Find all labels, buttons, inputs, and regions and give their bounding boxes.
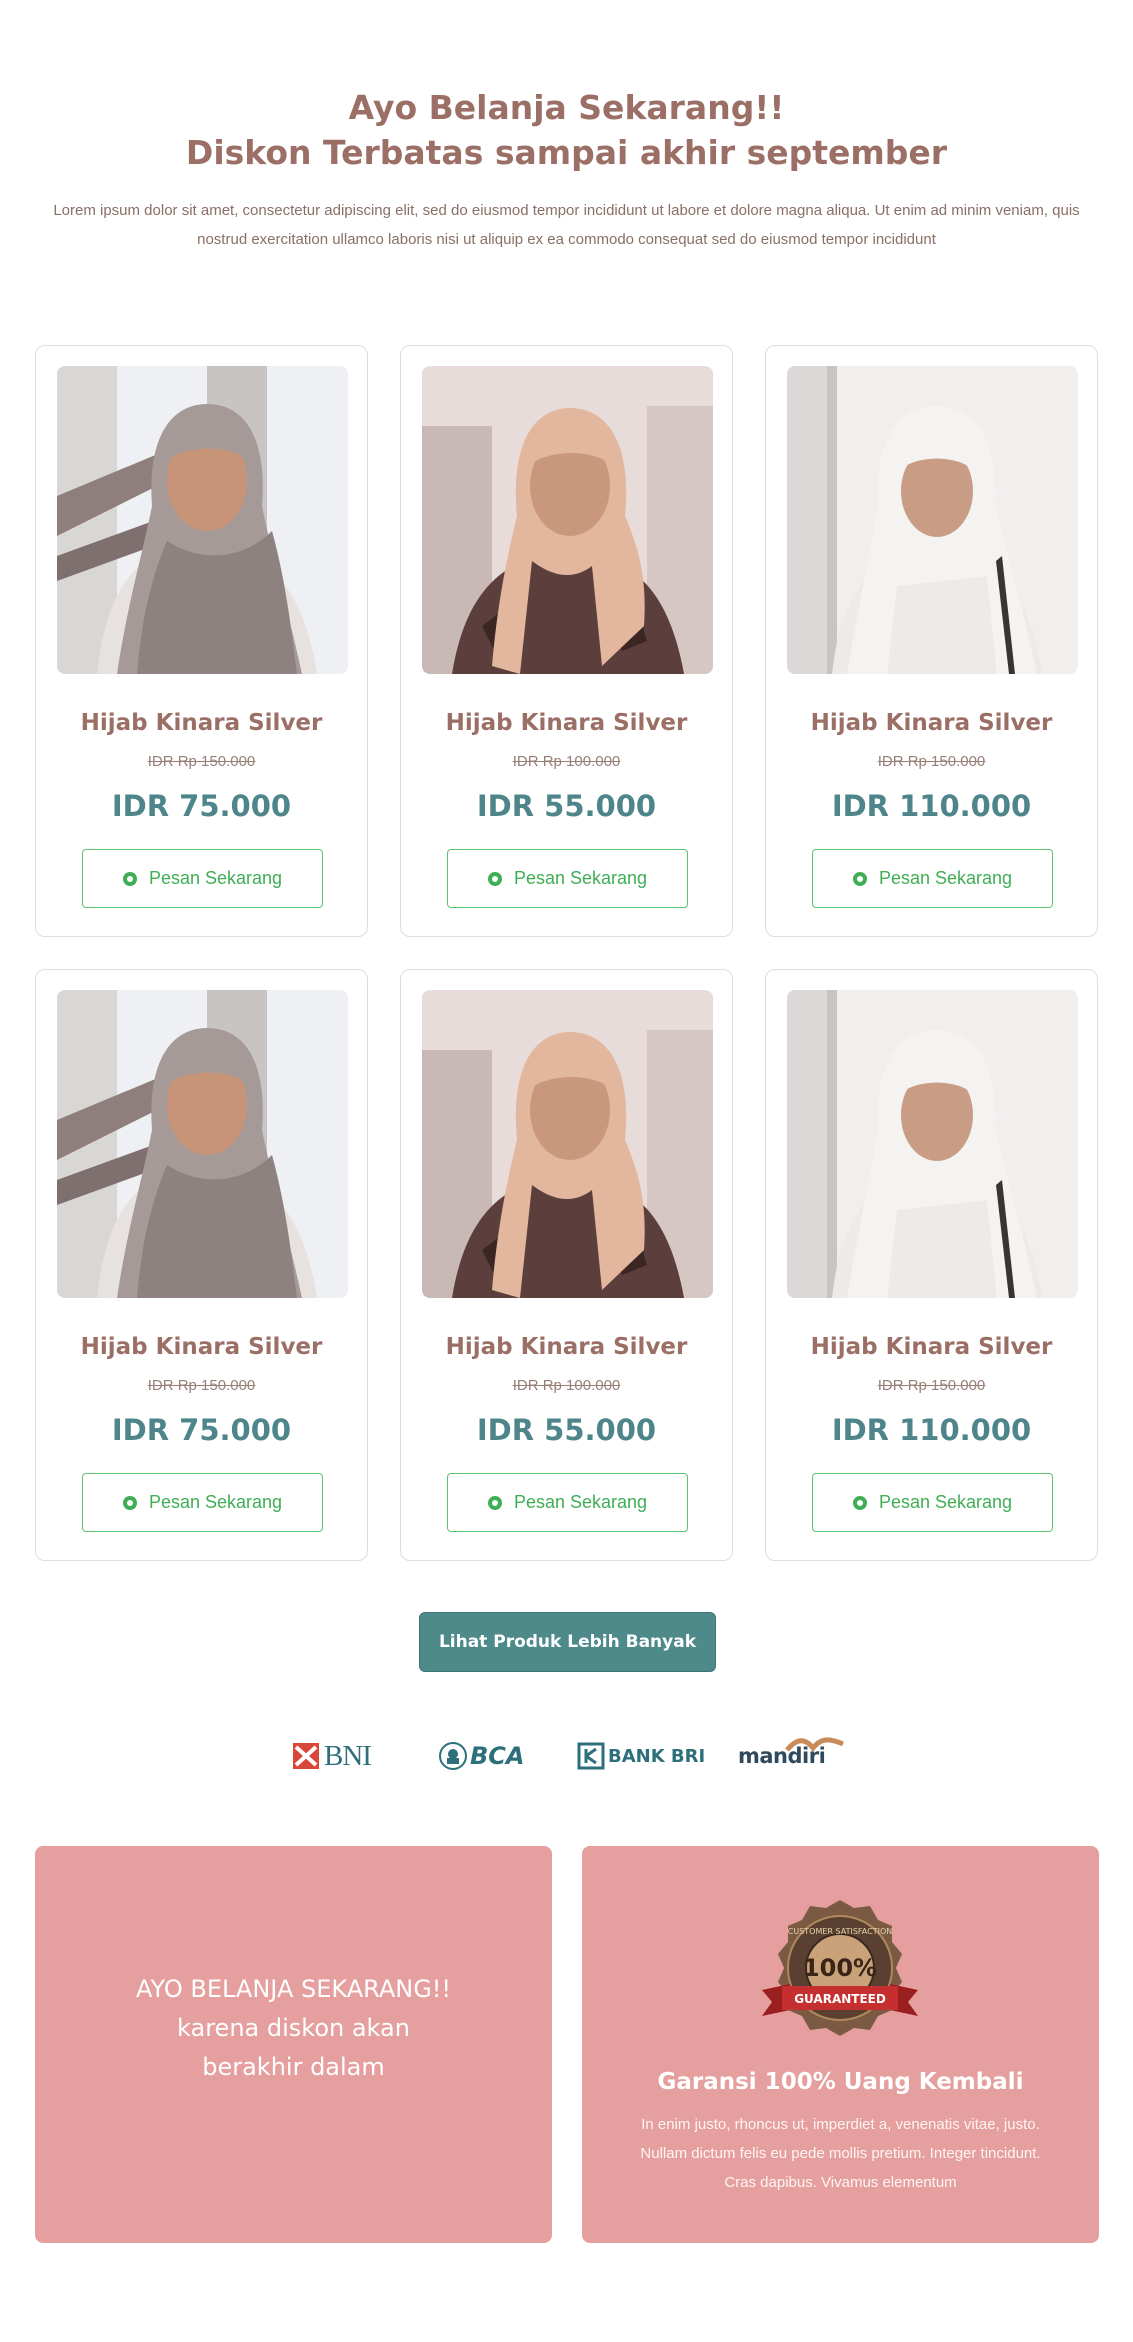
order-button[interactable]: Pesan Sekarang <box>447 1473 688 1532</box>
product-name: Hijab Kinara Silver <box>445 710 688 736</box>
whatsapp-icon <box>852 871 867 886</box>
order-button-label: Pesan Sekarang <box>148 868 283 888</box>
product-image[interactable] <box>57 990 348 1298</box>
bni-logo: BNI <box>293 1736 372 1776</box>
badge-top-text: CUSTOMER SATISFACTION <box>788 1927 892 1936</box>
product-name: Hijab Kinara Silver <box>445 1334 688 1360</box>
product-name: Hijab Kinara Silver <box>80 710 323 736</box>
order-button[interactable]: Pesan Sekarang <box>82 1473 323 1532</box>
product-old-price: IDR Rp 150.000 <box>147 753 256 770</box>
product-name: Hijab Kinara Silver <box>80 1334 323 1360</box>
whatsapp-icon <box>122 1495 137 1510</box>
bri-logo: BANK BRI <box>577 1736 705 1776</box>
promo-line-3: berakhir dalam <box>202 2053 385 2081</box>
mandiri-wave-icon <box>785 1737 845 1752</box>
bca-mark-icon <box>439 1742 467 1770</box>
hero-description: Lorem ipsum dolor sit amet, consectetur … <box>53 202 1080 248</box>
product-old-price: IDR Rp 100.000 <box>512 1377 621 1394</box>
bca-logo-text: BCA <box>470 1742 525 1770</box>
order-button-label: Pesan Sekarang <box>878 1492 1013 1512</box>
guarantee-title: Garansi 100% Uang Kembali <box>657 2069 1024 2095</box>
product-image[interactable] <box>422 366 713 674</box>
whatsapp-icon <box>487 1495 502 1510</box>
bni-mark-icon <box>293 1743 319 1769</box>
product-card-6: Hijab Kinara Silver IDR Rp 150.000 IDR 1… <box>765 969 1098 1561</box>
promo-text: AYO BELANJA SEKARANG!! karena diskon aka… <box>35 1970 552 2087</box>
product-card-1: Hijab Kinara Silver IDR Rp 150.000 IDR 7… <box>35 345 368 937</box>
badge-ribbon-text: GUARANTEED <box>794 1992 886 2006</box>
promo-line-2: karena diskon akan <box>177 2014 410 2042</box>
order-button-label: Pesan Sekarang <box>878 868 1013 888</box>
product-name: Hijab Kinara Silver <box>810 1334 1053 1360</box>
order-button-label: Pesan Sekarang <box>148 1492 283 1512</box>
order-button-label: Pesan Sekarang <box>513 1492 648 1512</box>
product-price: IDR 55.000 <box>476 789 657 823</box>
product-name: Hijab Kinara Silver <box>810 710 1053 736</box>
promo-line-1: AYO BELANJA SEKARANG!! <box>135 1975 452 2003</box>
order-button[interactable]: Pesan Sekarang <box>812 1473 1053 1532</box>
order-button[interactable]: Pesan Sekarang <box>812 849 1053 908</box>
bri-mark-icon <box>577 1742 605 1770</box>
bca-logo: BCA <box>438 1736 524 1776</box>
product-card-5: Hijab Kinara Silver IDR Rp 100.000 IDR 5… <box>400 969 733 1561</box>
promo-panel: AYO BELANJA SEKARANG!! karena diskon aka… <box>35 1846 552 2243</box>
order-button-label: Pesan Sekarang <box>513 868 648 888</box>
guarantee-badge-icon: CUSTOMER SATISFACTION 100% GUARANTEED <box>762 1900 918 2036</box>
whatsapp-icon <box>122 871 137 886</box>
product-card-4: Hijab Kinara Silver IDR Rp 150.000 IDR 7… <box>35 969 368 1561</box>
product-old-price: IDR Rp 100.000 <box>512 753 621 770</box>
product-old-price: IDR Rp 150.000 <box>147 1377 256 1394</box>
product-old-price: IDR Rp 150.000 <box>877 1377 986 1394</box>
whatsapp-icon <box>487 871 502 886</box>
mandiri-logo: mandiri <box>738 1736 845 1776</box>
product-price: IDR 75.000 <box>111 1413 292 1447</box>
order-button[interactable]: Pesan Sekarang <box>447 849 688 908</box>
product-old-price: IDR Rp 150.000 <box>877 753 986 770</box>
more-products-button[interactable]: Lihat Produk Lebih Banyak <box>419 1612 716 1672</box>
whatsapp-icon <box>852 1495 867 1510</box>
bri-logo-text: BANK BRI <box>608 1745 706 1767</box>
product-image[interactable] <box>422 990 713 1298</box>
product-image[interactable] <box>57 366 348 674</box>
order-button[interactable]: Pesan Sekarang <box>82 849 323 908</box>
bni-logo-text: BNI <box>324 1739 372 1772</box>
hero-title-line-1: Ayo Belanja Sekarang!! <box>348 88 785 127</box>
hero-title-line-2: Diskon Terbatas sampai akhir september <box>185 133 948 172</box>
guarantee-text: In enim justo, rhoncus ut, imperdiet a, … <box>640 2116 1041 2191</box>
product-price: IDR 110.000 <box>831 789 1032 823</box>
product-price: IDR 75.000 <box>111 789 292 823</box>
product-image[interactable] <box>787 366 1078 674</box>
product-card-2: Hijab Kinara Silver IDR Rp 100.000 IDR 5… <box>400 345 733 937</box>
product-price: IDR 55.000 <box>476 1413 657 1447</box>
product-image[interactable] <box>787 990 1078 1298</box>
badge-percent-text: 100% <box>803 1954 877 1982</box>
product-price: IDR 110.000 <box>831 1413 1032 1447</box>
product-card-3: Hijab Kinara Silver IDR Rp 150.000 IDR 1… <box>765 345 1098 937</box>
guarantee-panel: CUSTOMER SATISFACTION 100% GUARANTEED Ga… <box>582 1846 1099 2243</box>
